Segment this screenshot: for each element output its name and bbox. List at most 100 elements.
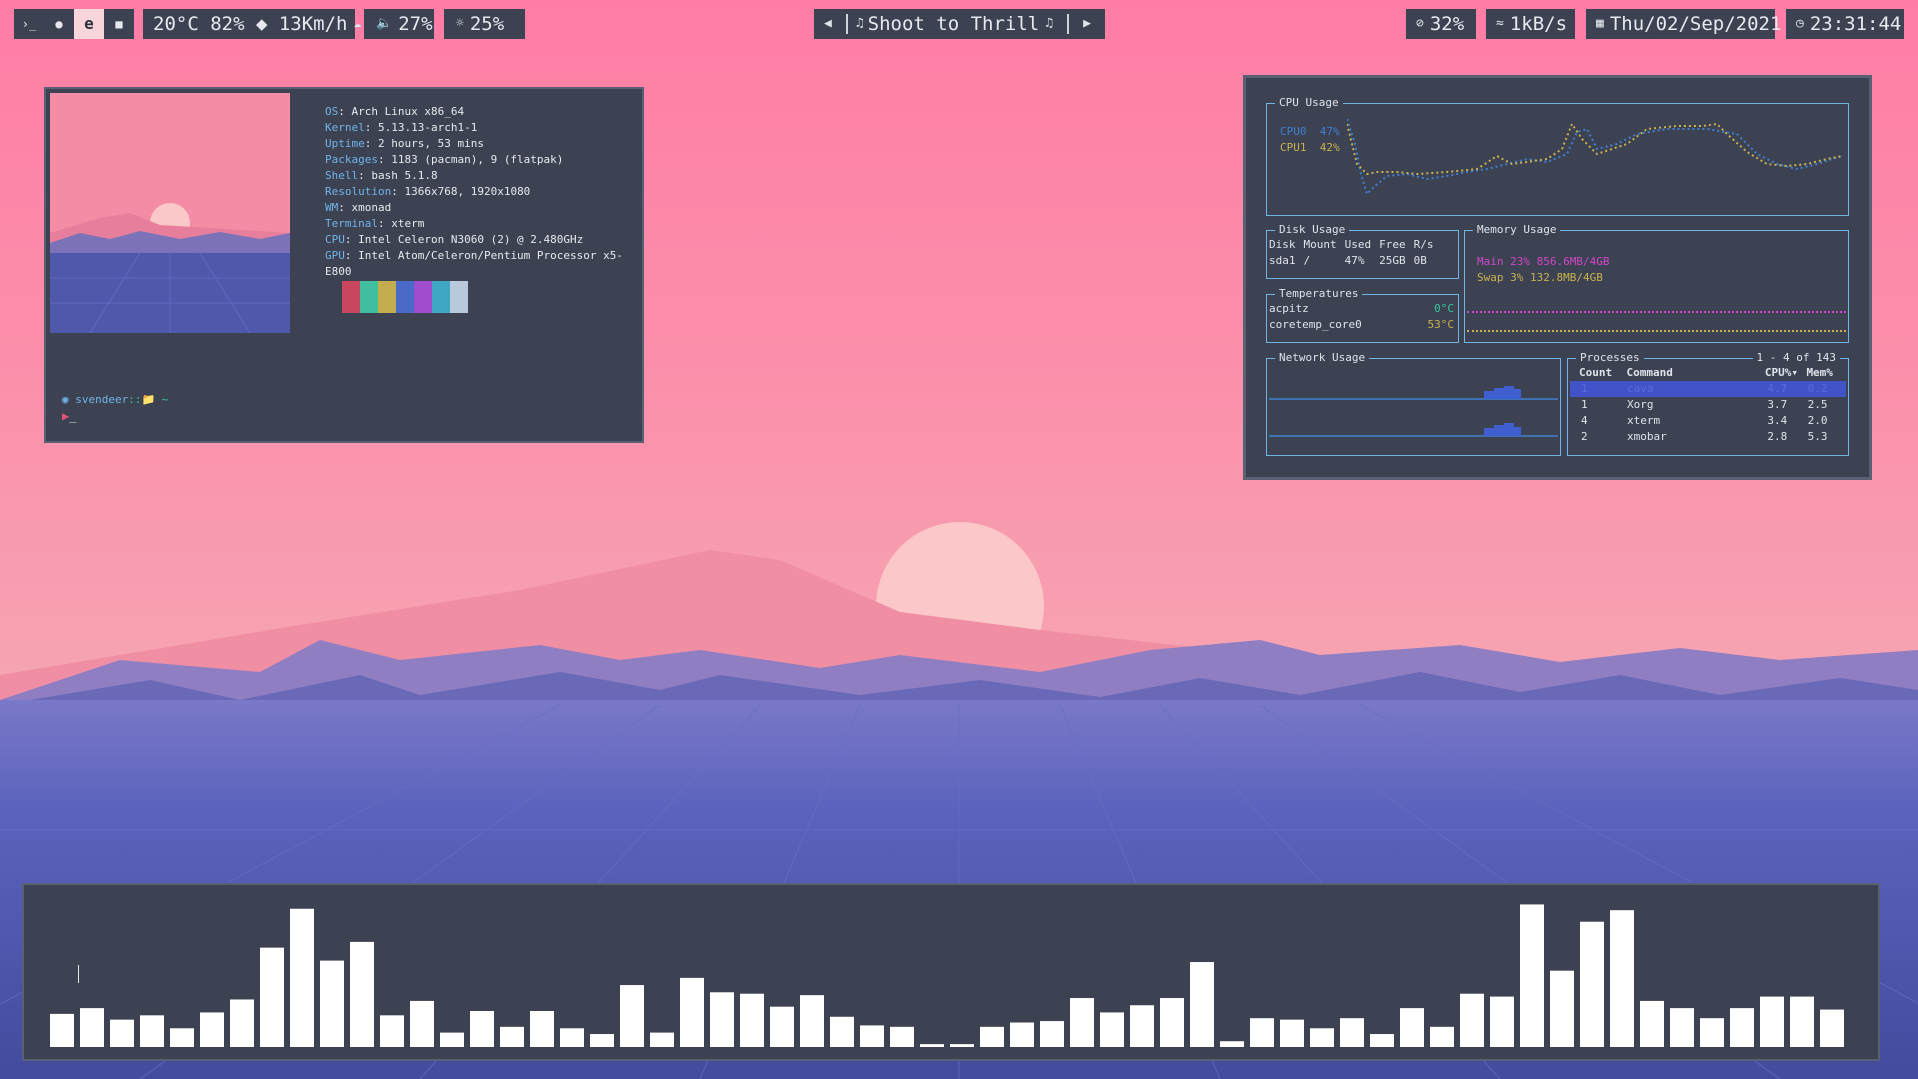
panel-title: Processes [1576,351,1644,365]
cloud-icon: ☁ [353,16,362,31]
visualizer-bar [50,1013,74,1047]
info-row: Uptime: 2 hours, 53 mins [325,136,642,152]
music-note-icon: ♫ [1045,16,1054,31]
color-palette [342,281,468,313]
table-cell: 4 [1581,414,1588,427]
info-value: : Intel Atom/Celeron/Pentium Processor x… [325,249,624,278]
info-key: Shell [325,169,359,182]
clock-icon: ◷ [1796,16,1804,31]
visualizer-bar [770,1006,794,1047]
table-row-selected[interactable]: 1 cava 4.7 0.2 [1570,381,1846,397]
media-title[interactable]: Shoot to Thrill [868,9,1040,39]
table-row[interactable]: 2 xmobar 2.8 5.3 [1570,429,1846,445]
temperature-row: coretemp_core0 53°C [1269,317,1454,333]
network-widget: ≈ 1kB/s [1486,9,1575,39]
system-info: OS: Arch Linux x86_64 Kernel: 5.13.13-ar… [325,104,642,280]
text-cursor: _ [69,409,77,423]
visualizer-bar [1430,1026,1454,1047]
date-widget: ▦ Thu/02/Sep/2021 [1586,9,1781,39]
column-header: Free [1379,238,1406,251]
column-header[interactable]: Count [1570,365,1626,381]
info-key: GPU [325,249,345,262]
memory-main-graph [1467,311,1846,313]
workspace-terminal[interactable]: ›_ [14,9,44,39]
brightness-level: 25% [469,13,505,35]
visualizer-bar [110,1019,134,1047]
column-header[interactable]: Mem% [1806,365,1846,381]
panel-title: Disk Usage [1275,223,1350,237]
table-header: Count Command CPU%▾ Mem% [1570,365,1846,381]
color-swatch [414,281,432,313]
volume-level: 27% [398,13,433,35]
column-header: R/s [1413,238,1434,251]
clock-widget: ◷ 23:31:44 [1786,9,1904,39]
visualizer-bar [320,960,344,1047]
visualizer-bar [1310,1028,1334,1047]
memory-legend: Main 23% 856.6MB/4GB Swap 3% 132.8MB/4GB [1477,254,1609,286]
terminal-window[interactable]: OS: Arch Linux x86_64 Kernel: 5.13.13-ar… [44,87,644,443]
system-monitor-window[interactable]: CPU Usage CPU0 47% CPU1 42% Disk Usage D… [1243,75,1872,480]
visualizer-bar [1400,1008,1424,1047]
visualizer-bar [1010,1022,1034,1047]
visualizer-bar [170,1028,194,1047]
panel-title: Temperatures [1275,287,1363,301]
panel-title: Memory Usage [1473,223,1561,237]
volume-widget[interactable]: 🔈 27% [364,9,434,39]
info-key: Packages [325,153,378,166]
visualizer-bar [800,995,824,1047]
info-row: WM: xmonad [325,200,642,216]
visualizer-bar [1610,910,1634,1047]
info-value: : Arch Linux x86_64 [338,105,465,118]
audio-visualizer-window[interactable] [22,883,1880,1061]
table-cell: 2.0 [1807,414,1828,427]
table-cell: xterm [1627,414,1661,427]
table-cell: Xorg [1627,398,1654,411]
table-row[interactable]: 4 xterm 3.4 2.0 [1570,413,1846,429]
next-track-icon[interactable]: ▶ [1083,9,1091,39]
table-cell: 0B [1413,254,1427,267]
visualizer-bar [380,1015,404,1047]
info-key: Resolution [325,185,392,198]
column-header[interactable]: Command [1626,365,1764,381]
temperature-list: acpitz 0°C coretemp_core0 53°C [1269,301,1454,333]
workspace-editor[interactable]: e [74,9,104,39]
visualizer-bar [1760,996,1784,1047]
visualizer-bar [350,941,374,1047]
memory-swap: Swap 3% 132.8MB/4GB [1477,271,1603,284]
column-header: Used [1344,238,1372,251]
info-row: OS: Arch Linux x86_64 [325,104,642,120]
visualizer-bar [650,1032,674,1047]
visualizer-bar [1580,921,1604,1047]
visualizer-bar [1340,1018,1364,1047]
command-line[interactable]: ▶_ [62,409,76,423]
process-range: 1 - 4 of 143 [1752,351,1840,365]
info-row: Resolution: 1366x768, 1920x1080 [325,184,642,200]
wifi-icon: ≈ [1496,16,1504,31]
table-cell: 1 [1581,398,1588,411]
process-table: Count Command CPU%▾ Mem% 1 cava 4.7 0.2 … [1570,365,1846,445]
weather-widget: 20°C 82% ◆ 13Km/h ☁ [143,9,361,39]
table-row[interactable]: 1 Xorg 3.7 2.5 [1570,397,1846,413]
workspace-files[interactable]: ■ [104,9,134,39]
table-cell: 5.3 [1807,430,1828,443]
disk-table: Disk Mount Used Free R/s sda1 / 47% 25GB… [1265,237,1438,269]
visualizer-bar [1040,1021,1064,1047]
cpu-graph [1347,118,1842,196]
visualizer-bar [1130,1005,1154,1047]
info-key: Terminal [325,217,378,230]
visualizer-bar [230,999,254,1047]
column-header[interactable]: CPU%▾ [1765,365,1807,381]
workspace-switcher: ›_ ● e ■ [14,9,134,39]
visualizer-bar [1730,1008,1754,1047]
info-value: : 1183 (pacman), 9 (flatpak) [377,153,564,166]
media-player: ◀ ♫ Shoot to Thrill ♫ ▶ [814,9,1105,39]
cpu0-reading: CPU0 47% [1280,124,1340,140]
column-header: Mount [1303,238,1337,251]
previous-track-icon[interactable]: ◀ [824,9,832,39]
info-key: WM [325,201,339,214]
visualizer-bar [1370,1034,1394,1047]
processes-panel: Processes 1 - 4 of 143 Count Command CPU… [1567,351,1849,456]
workspace-browser[interactable]: ● [44,9,74,39]
brightness-widget[interactable]: ☼ 25% [444,9,525,39]
temperatures-panel: Temperatures acpitz 0°C coretemp_core0 5… [1266,287,1459,343]
